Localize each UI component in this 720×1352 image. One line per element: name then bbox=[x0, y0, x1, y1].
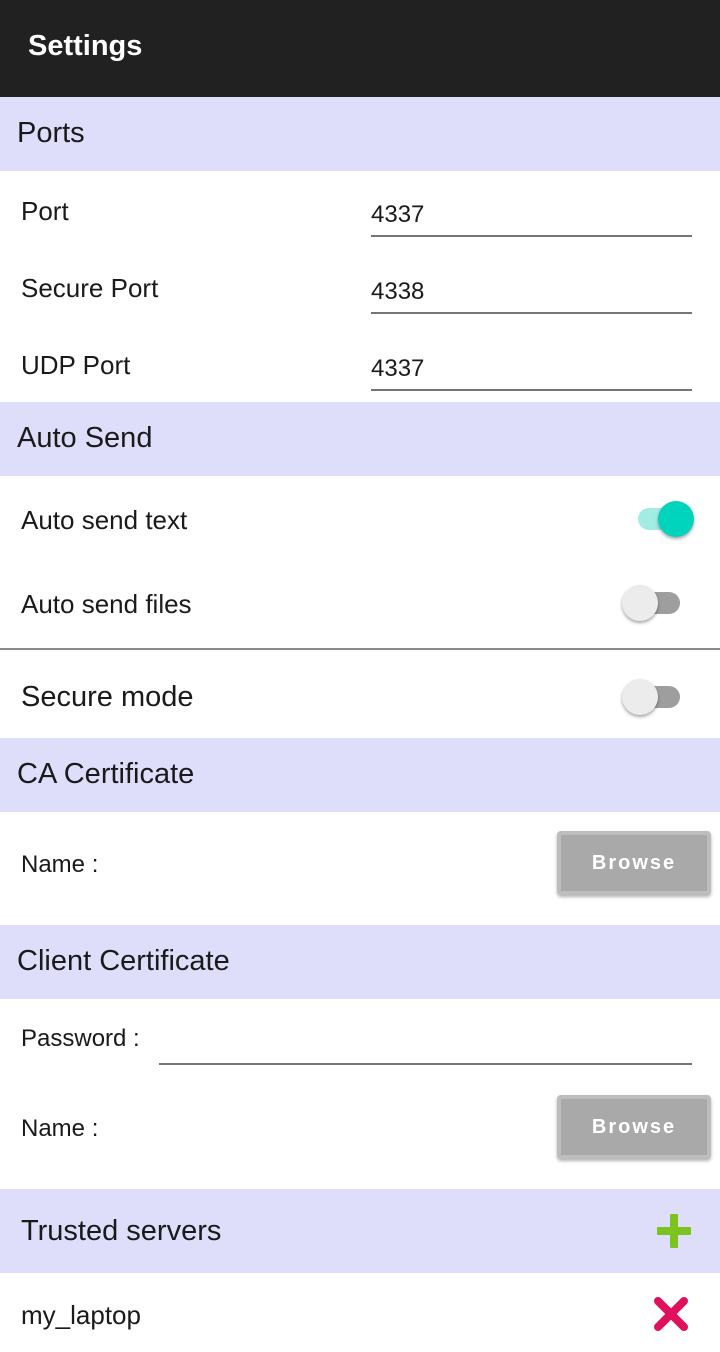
secure-port-label: Secure Port bbox=[21, 273, 159, 303]
switch-thumb bbox=[658, 501, 694, 537]
auto-send-text-switch[interactable] bbox=[630, 499, 694, 539]
section-auto-send: Auto Send bbox=[0, 402, 720, 476]
page-title: Settings bbox=[28, 30, 143, 62]
udp-port-input[interactable]: 4337 bbox=[371, 351, 692, 391]
section-ca-certificate: CA Certificate bbox=[0, 738, 720, 812]
port-value: 4337 bbox=[371, 201, 425, 228]
auto-send-text-label: Auto send text bbox=[21, 505, 188, 535]
section-auto-send-title: Auto Send bbox=[17, 422, 153, 454]
divider bbox=[0, 648, 720, 650]
section-trusted-servers-title: Trusted servers bbox=[21, 1215, 222, 1247]
ca-name-label: Name : bbox=[21, 851, 99, 878]
trusted-server-name: my_laptop bbox=[21, 1300, 141, 1330]
section-client-certificate-title: Client Certificate bbox=[17, 945, 230, 977]
section-ports-title: Ports bbox=[17, 117, 85, 149]
udp-port-value: 4337 bbox=[371, 355, 425, 382]
client-name-label: Name : bbox=[21, 1115, 99, 1142]
auto-send-files-label: Auto send files bbox=[21, 589, 192, 619]
udp-port-label: UDP Port bbox=[21, 350, 131, 380]
client-browse-button[interactable]: Browse bbox=[557, 1095, 711, 1159]
section-ca-certificate-title: CA Certificate bbox=[17, 758, 195, 790]
secure-mode-switch[interactable] bbox=[622, 677, 684, 717]
auto-send-files-switch[interactable] bbox=[622, 583, 684, 623]
secure-port-value: 4338 bbox=[371, 278, 425, 305]
secure-mode-label: Secure mode bbox=[21, 681, 194, 713]
close-icon[interactable] bbox=[653, 1296, 689, 1332]
switch-thumb bbox=[622, 679, 658, 715]
section-ports: Ports bbox=[0, 97, 720, 171]
section-trusted-servers: Trusted servers bbox=[0, 1189, 720, 1273]
secure-port-input[interactable]: 4338 bbox=[371, 274, 692, 314]
password-input[interactable] bbox=[159, 1025, 692, 1065]
ca-browse-button[interactable]: Browse bbox=[557, 831, 711, 895]
plus-icon[interactable] bbox=[657, 1214, 691, 1248]
port-input[interactable]: 4337 bbox=[371, 197, 692, 237]
password-label: Password : bbox=[21, 1025, 140, 1052]
section-client-certificate: Client Certificate bbox=[0, 925, 720, 999]
switch-thumb bbox=[622, 585, 658, 621]
port-label: Port bbox=[21, 196, 69, 226]
app-bar: Settings bbox=[0, 0, 720, 97]
